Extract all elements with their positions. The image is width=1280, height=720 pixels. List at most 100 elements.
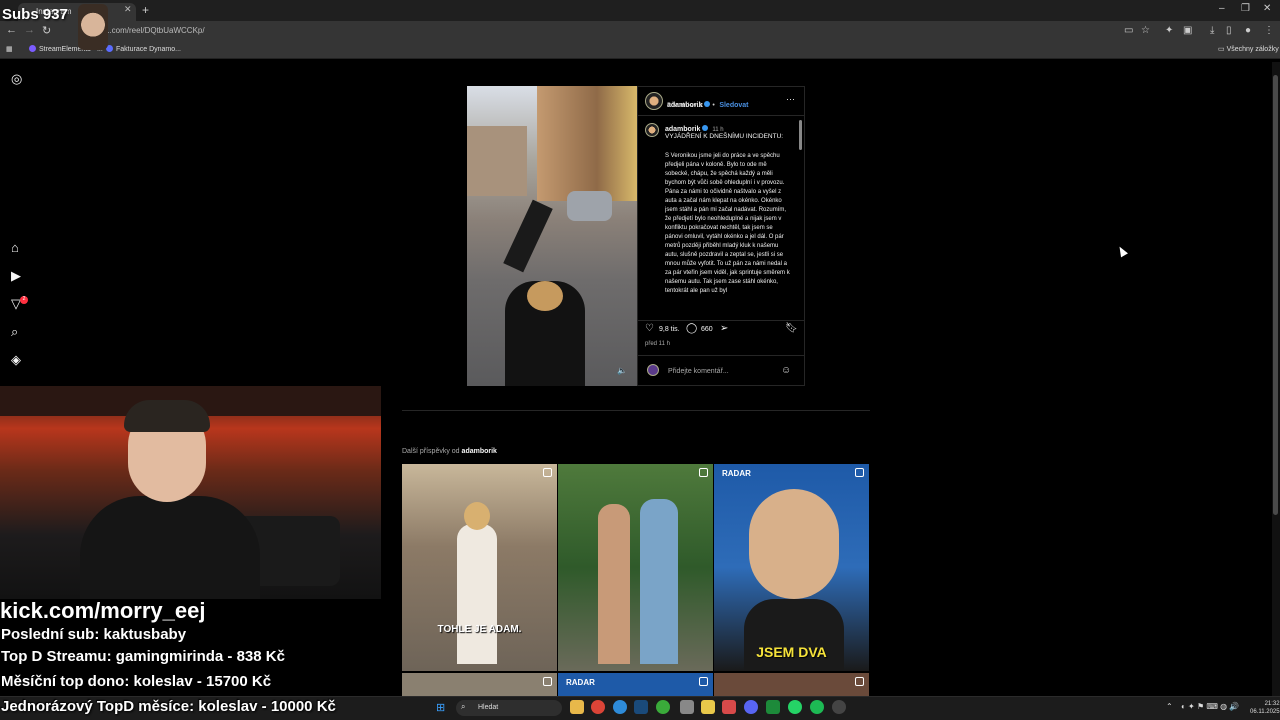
page-scrollbar-thumb[interactable]: [1273, 75, 1278, 515]
dot-separator: •: [712, 102, 715, 109]
app-icon[interactable]: [680, 700, 694, 714]
tray-icons[interactable]: ◐ ✦ ⚑ ⌨ ◍ 🔊: [1181, 702, 1239, 711]
apps-icon[interactable]: ▦: [6, 45, 13, 53]
monthly-top-donation: Měsíční top dono: koleslav - 15700 Kč: [1, 673, 272, 690]
mute-icon[interactable]: 🔈: [617, 366, 627, 375]
home-icon[interactable]: ⌂: [11, 240, 19, 255]
reel-video[interactable]: 🔈: [467, 86, 637, 386]
cast-icon[interactable]: ▭: [1124, 25, 1133, 36]
back-icon[interactable]: ←: [6, 24, 17, 36]
excel-icon[interactable]: [766, 700, 780, 714]
caption-header: adamborik 11 h: [665, 125, 724, 133]
follow-button[interactable]: Sledovat: [719, 102, 748, 109]
share-icon[interactable]: ➢: [720, 323, 728, 334]
all-bookmarks-label: Všechny záložky: [1226, 46, 1279, 53]
original-sound[interactable]: Původní zvuk: [667, 103, 703, 109]
like-icon[interactable]: ♡: [645, 323, 654, 334]
car: [567, 191, 612, 221]
headphones: [124, 400, 210, 432]
mouse-cursor-icon: [1116, 244, 1128, 258]
spotify-icon[interactable]: [810, 700, 824, 714]
more-posts-user[interactable]: adamborik: [462, 448, 497, 455]
taskbar-search-label: Hledat: [478, 704, 499, 711]
building: [467, 126, 527, 196]
reel-icon: [699, 468, 708, 477]
file-explorer-icon[interactable]: [570, 700, 584, 714]
forward-icon[interactable]: →: [24, 24, 35, 36]
bookmark-star-icon[interactable]: ☆: [1141, 25, 1150, 36]
browser-titlebar: [0, 0, 1280, 21]
bookmark-fakturace[interactable]: Fakturace Dynamo...: [106, 45, 181, 53]
radar-tag: RADAR: [722, 469, 751, 478]
taskbar-clock[interactable]: 21:32 06.11.2025: [1250, 700, 1280, 716]
avatar[interactable]: [645, 92, 663, 110]
reel-icon: [855, 677, 864, 686]
post-thumbnail[interactable]: [558, 464, 713, 671]
person: [457, 524, 497, 664]
webcam-overlay: [0, 386, 381, 599]
app-icon[interactable]: [701, 700, 715, 714]
post-time: před 11 h: [645, 341, 670, 347]
divider: [638, 115, 804, 116]
person-body: [744, 599, 844, 671]
download-icon[interactable]: ⤓: [1210, 25, 1214, 36]
tray-chevron-icon[interactable]: ⌃: [1166, 702, 1173, 711]
minimize-icon[interactable]: –: [1219, 3, 1225, 14]
all-bookmarks[interactable]: ▭ Všechny záložky: [1218, 45, 1279, 53]
kick-url: kick.com/morry_eej: [0, 598, 206, 623]
streamer-face-overlay: [78, 4, 108, 50]
notification-badge: 2: [20, 296, 28, 304]
post-thumbnail[interactable]: TOHLE JE ADAM.: [402, 464, 557, 671]
menu-kebab-icon[interactable]: ⋮: [1264, 25, 1274, 36]
thumb-caption: JSEM DVA: [756, 644, 827, 660]
subs-counter: Subs 937: [2, 6, 68, 23]
like-count[interactable]: 9,8 tis.: [659, 326, 680, 333]
maximize-icon[interactable]: ❐: [1241, 3, 1250, 14]
caption-scrollbar[interactable]: [799, 120, 802, 150]
reload-icon[interactable]: ↻: [42, 24, 51, 37]
clock-time: 21:32: [1264, 701, 1280, 707]
app-icon[interactable]: [656, 700, 670, 714]
url-field[interactable]: ...com/reel/DQtbUaWCCKp/: [105, 26, 205, 35]
comment-count[interactable]: 660: [701, 326, 713, 333]
extension-icon[interactable]: ✦: [1165, 25, 1173, 36]
discord-icon[interactable]: [744, 700, 758, 714]
save-icon[interactable]: 🔖︎: [785, 323, 798, 334]
sidebar-toggle-icon[interactable]: ▯: [1226, 25, 1232, 36]
edge-icon[interactable]: [613, 700, 627, 714]
obs-icon[interactable]: [832, 700, 846, 714]
window-close-icon[interactable]: ✕: [1263, 3, 1271, 14]
close-tab-icon[interactable]: ✕: [124, 4, 132, 15]
reels-icon[interactable]: ▶: [11, 268, 21, 284]
taskbar-search[interactable]: Hledat: [456, 700, 562, 716]
caption-username[interactable]: adamborik: [665, 126, 700, 133]
post-thumbnail[interactable]: [402, 673, 557, 696]
app-icon[interactable]: [722, 700, 736, 714]
chrome-icon[interactable]: [591, 700, 605, 714]
reel-icon: [855, 468, 864, 477]
steam-icon[interactable]: [634, 700, 648, 714]
post-thumbnail[interactable]: RADAR: [558, 673, 713, 696]
explore-icon[interactable]: ◈: [11, 352, 21, 368]
emoji-icon[interactable]: ☺: [781, 365, 791, 376]
new-tab-icon[interactable]: +: [142, 3, 149, 17]
person-hair: [527, 281, 563, 311]
instagram-icon[interactable]: ◎: [11, 71, 22, 87]
last-sub: Poslední sub: kaktusbaby: [1, 626, 187, 643]
windows-start-icon[interactable]: ⊞: [436, 701, 445, 714]
person: [640, 499, 678, 664]
profile-icon[interactable]: ●: [1245, 25, 1251, 36]
puzzle-icon[interactable]: ▣: [1183, 25, 1192, 36]
comment-icon[interactable]: ◯: [686, 323, 697, 334]
more-options-icon[interactable]: ···: [786, 94, 795, 104]
section-divider: [402, 410, 870, 411]
verified-icon: [704, 101, 711, 107]
post-thumbnail[interactable]: [714, 673, 869, 696]
comment-input[interactable]: Přidejte komentář...: [668, 368, 729, 375]
person-head: [464, 502, 490, 530]
caption-avatar[interactable]: [645, 123, 659, 137]
search-icon[interactable]: ⌕: [11, 324, 18, 340]
verified-icon: [702, 125, 709, 131]
whatsapp-icon[interactable]: [788, 700, 802, 714]
post-thumbnail[interactable]: RADAR JSEM DVA: [714, 464, 869, 671]
